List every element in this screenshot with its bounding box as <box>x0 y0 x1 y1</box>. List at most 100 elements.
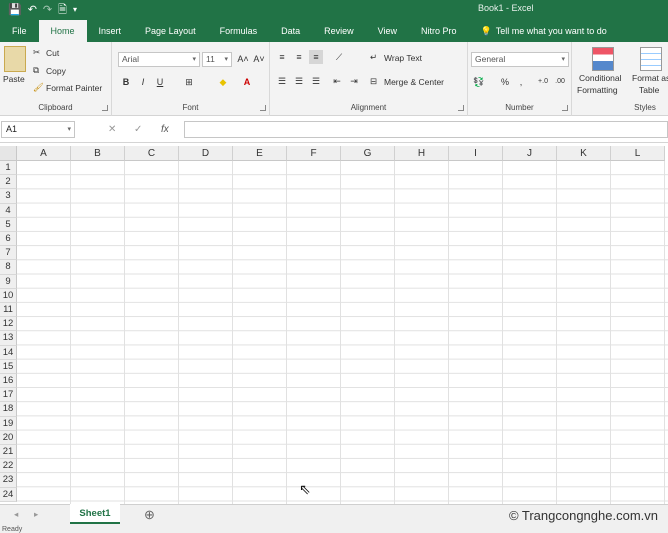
customize-qat-icon[interactable]: ▾ <box>73 0 77 20</box>
tab-insert[interactable]: Insert <box>87 20 134 42</box>
row-header[interactable]: 1 <box>0 161 17 176</box>
align-right-icon[interactable]: ☰ <box>309 74 323 88</box>
align-middle-icon[interactable]: ≡ <box>292 50 306 64</box>
tab-view[interactable]: View <box>366 20 409 42</box>
align-left-icon[interactable]: ☰ <box>275 74 289 88</box>
increase-decimal-icon[interactable]: +.0 <box>536 75 550 89</box>
undo-icon[interactable]: ↶ <box>28 0 37 20</box>
comma-style-icon[interactable]: , <box>514 75 528 89</box>
column-header[interactable]: L <box>611 146 665 161</box>
row-header[interactable]: 16 <box>0 374 17 389</box>
orientation-icon[interactable]: ⟋ <box>332 50 346 64</box>
cut-button[interactable]: Cut <box>46 48 59 58</box>
row-header[interactable]: 11 <box>0 303 17 318</box>
row-header[interactable]: 6 <box>0 232 17 247</box>
wrap-text-button[interactable]: Wrap Text <box>384 53 422 63</box>
sheet-tab-sheet1[interactable]: Sheet1 <box>70 504 120 524</box>
decrease-indent-icon[interactable]: ⇤ <box>330 74 344 88</box>
font-launcher-icon[interactable] <box>260 105 266 111</box>
increase-indent-icon[interactable]: ⇥ <box>347 74 361 88</box>
format-painter-button[interactable]: Format Painter <box>46 83 102 93</box>
tell-me-box[interactable]: Tell me what you want to do <box>496 20 607 42</box>
percent-button[interactable]: % <box>498 75 512 89</box>
borders-icon[interactable]: ⊞ <box>182 75 196 89</box>
column-header[interactable]: F <box>287 146 341 161</box>
formula-input[interactable] <box>184 121 668 138</box>
column-header[interactable]: D <box>179 146 233 161</box>
scroll-left-icon[interactable]: ◂ <box>14 509 18 520</box>
column-header[interactable]: J <box>503 146 557 161</box>
row-header[interactable]: 22 <box>0 459 17 474</box>
conditional-formatting-label-2[interactable]: Formatting <box>577 85 618 95</box>
font-color-icon[interactable]: A <box>240 75 254 89</box>
paste-icon[interactable] <box>4 46 26 72</box>
column-header[interactable]: A <box>17 146 71 161</box>
row-header[interactable]: 9 <box>0 274 17 289</box>
align-center-icon[interactable]: ☰ <box>292 74 306 88</box>
tab-review[interactable]: Review <box>312 20 366 42</box>
italic-button[interactable]: I <box>136 75 150 89</box>
alignment-launcher-icon[interactable] <box>458 105 464 111</box>
row-header[interactable]: 8 <box>0 260 17 275</box>
format-as-table-icon[interactable] <box>640 47 662 71</box>
font-name-select[interactable]: Arial ▾ <box>118 52 200 67</box>
scroll-right-icon[interactable]: ▸ <box>34 509 38 520</box>
copy-icon[interactable]: ⧉ <box>33 65 39 76</box>
row-header[interactable]: 20 <box>0 430 17 445</box>
format-as-table-label-2[interactable]: Table <box>639 85 659 95</box>
fill-color-icon[interactable]: ◆ <box>216 75 230 89</box>
currency-icon[interactable]: 💱 <box>472 75 486 89</box>
clipboard-launcher-icon[interactable] <box>102 105 108 111</box>
column-header[interactable]: B <box>71 146 125 161</box>
align-top-icon[interactable]: ≡ <box>275 50 289 64</box>
row-header[interactable]: 12 <box>0 317 17 332</box>
column-header[interactable]: K <box>557 146 611 161</box>
save-icon[interactable]: 💾 <box>8 0 22 20</box>
column-header[interactable]: G <box>341 146 395 161</box>
tab-home[interactable]: Home <box>38 20 87 42</box>
tab-formulas[interactable]: Formulas <box>208 20 270 42</box>
row-header[interactable]: 17 <box>0 388 17 403</box>
font-size-select[interactable]: 11 ▾ <box>202 52 232 67</box>
row-header[interactable]: 2 <box>0 175 17 190</box>
row-header[interactable]: 15 <box>0 359 17 374</box>
row-header[interactable]: 18 <box>0 402 17 417</box>
format-as-table-label[interactable]: Format as <box>632 73 668 83</box>
underline-button[interactable]: U <box>153 75 167 89</box>
column-header[interactable]: H <box>395 146 449 161</box>
bold-button[interactable]: B <box>119 75 133 89</box>
enter-icon[interactable]: ✓ <box>134 121 142 138</box>
row-header[interactable]: 21 <box>0 445 17 460</box>
tab-page-layout[interactable]: Page Layout <box>133 20 208 42</box>
merge-center-button[interactable]: Merge & Center <box>384 77 444 87</box>
row-header[interactable]: 5 <box>0 217 17 232</box>
paste-button[interactable]: Paste <box>3 74 25 84</box>
row-header[interactable]: 24 <box>0 487 17 502</box>
print-preview-icon[interactable]: 🗎 <box>58 0 67 20</box>
cancel-icon[interactable]: ✕ <box>108 121 116 138</box>
align-bottom-icon[interactable]: ≡ <box>309 50 323 64</box>
cell-area[interactable] <box>17 161 668 504</box>
tab-data[interactable]: Data <box>269 20 312 42</box>
decrease-font-icon[interactable]: A˅ <box>252 52 266 66</box>
row-header[interactable]: 19 <box>0 416 17 431</box>
insert-function-button[interactable]: fx <box>161 121 169 138</box>
conditional-formatting-icon[interactable] <box>592 47 614 71</box>
row-header[interactable]: 3 <box>0 189 17 204</box>
row-header[interactable]: 4 <box>0 203 17 218</box>
column-header[interactable]: C <box>125 146 179 161</box>
row-header[interactable]: 14 <box>0 345 17 360</box>
column-header[interactable]: I <box>449 146 503 161</box>
lightbulb-icon[interactable]: 💡 <box>481 20 492 42</box>
add-sheet-icon[interactable]: ⊕ <box>144 507 155 523</box>
row-header[interactable]: 10 <box>0 288 17 303</box>
increase-font-icon[interactable]: A˄ <box>236 52 250 66</box>
tab-file[interactable]: File <box>0 20 39 42</box>
cut-icon[interactable]: ✂ <box>33 47 40 58</box>
number-launcher-icon[interactable] <box>562 105 568 111</box>
name-box[interactable]: A1 ▾ <box>1 121 75 138</box>
number-format-select[interactable]: General ▾ <box>471 52 569 67</box>
conditional-formatting-label[interactable]: Conditional <box>579 73 622 83</box>
tab-nitro-pro[interactable]: Nitro Pro <box>409 20 469 42</box>
copy-button[interactable]: Copy <box>46 66 66 76</box>
